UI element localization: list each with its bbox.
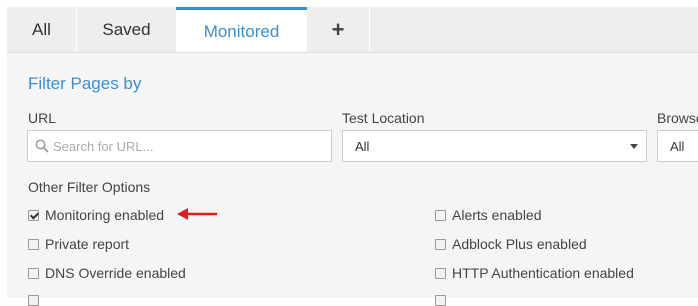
other-filter-options-label: Other Filter Options bbox=[28, 179, 151, 195]
tab-saved-label: Saved bbox=[102, 19, 151, 39]
option-alerts-enabled[interactable]: Alerts enabled bbox=[435, 207, 542, 223]
tab-all[interactable]: All bbox=[7, 7, 77, 52]
adblock-plus-enabled-checkbox[interactable] bbox=[435, 238, 446, 250]
alerts-enabled-label: Alerts enabled bbox=[452, 207, 542, 223]
option-adblock-plus-enabled[interactable]: Adblock Plus enabled bbox=[435, 236, 587, 252]
monitoring-enabled-checkbox[interactable] bbox=[28, 209, 39, 221]
filter-panel: Filter Pages by URL Search for URL... Te… bbox=[7, 52, 698, 306]
url-label: URL bbox=[28, 110, 57, 126]
option-http-authentication-enabled[interactable]: HTTP Authentication enabled bbox=[435, 265, 634, 281]
tab-add[interactable]: + bbox=[307, 7, 370, 52]
tab-all-label: All bbox=[32, 19, 51, 39]
http-authentication-enabled-checkbox[interactable] bbox=[435, 267, 446, 279]
url-search-input[interactable]: Search for URL... bbox=[27, 130, 332, 162]
private-report-checkbox[interactable] bbox=[28, 238, 39, 250]
test-location-label: Test Location bbox=[342, 110, 425, 126]
tab-bar: All Saved Monitored + bbox=[7, 7, 698, 53]
search-icon bbox=[35, 139, 49, 153]
dns-override-enabled-label: DNS Override enabled bbox=[45, 265, 186, 281]
plus-icon: + bbox=[331, 16, 345, 42]
monitoring-enabled-label: Monitoring enabled bbox=[45, 207, 165, 223]
adblock-plus-enabled-label: Adblock Plus enabled bbox=[452, 236, 587, 252]
http-authentication-enabled-label: HTTP Authentication enabled bbox=[452, 265, 634, 281]
alerts-enabled-checkbox[interactable] bbox=[435, 209, 446, 221]
next-row-checkbox-right[interactable] bbox=[435, 295, 446, 306]
browser-select[interactable]: All bbox=[657, 130, 698, 162]
browser-value: All bbox=[670, 138, 685, 154]
option-dns-override-enabled[interactable]: DNS Override enabled bbox=[28, 265, 186, 281]
next-row-checkbox[interactable] bbox=[28, 295, 39, 306]
private-report-label: Private report bbox=[45, 236, 130, 252]
option-private-report[interactable]: Private report bbox=[28, 236, 129, 252]
browser-label: Browser bbox=[657, 110, 698, 126]
test-location-select[interactable]: All bbox=[342, 130, 647, 162]
filter-title: Filter Pages by bbox=[28, 74, 142, 93]
red-arrow-icon bbox=[177, 208, 217, 220]
panel-divider bbox=[7, 52, 698, 53]
tab-monitored-label: Monitored bbox=[203, 21, 280, 41]
url-search-placeholder: Search for URL... bbox=[53, 138, 154, 154]
dns-override-enabled-checkbox[interactable] bbox=[28, 267, 39, 279]
tab-monitored[interactable]: Monitored bbox=[176, 7, 307, 53]
chevron-down-icon bbox=[630, 144, 638, 149]
test-location-value: All bbox=[355, 138, 370, 154]
tab-saved[interactable]: Saved bbox=[77, 7, 176, 52]
option-monitoring-enabled[interactable]: Monitoring enabled bbox=[28, 207, 164, 223]
